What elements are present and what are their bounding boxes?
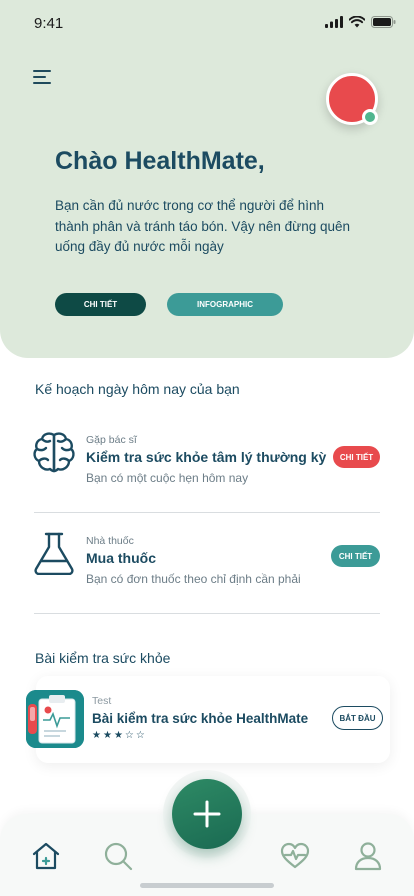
divider: [34, 512, 380, 513]
plan-title: Kiểm tra sức khỏe tâm lý thường kỳ: [86, 449, 327, 465]
signal-icon: [325, 16, 343, 28]
divider: [34, 613, 380, 614]
hero-message: Bạn cần đủ nước trong cơ thể người để hì…: [55, 198, 351, 254]
plan-subtitle: Bạn có đơn thuốc theo chỉ định cần phải: [86, 572, 301, 586]
heart-pulse-icon[interactable]: [280, 841, 310, 871]
flask-icon: [34, 532, 74, 575]
search-icon[interactable]: [103, 841, 133, 871]
greeting-title: Chào HealthMate,: [55, 147, 265, 175]
test-title: Bài kiểm tra sức khỏe HealthMate: [92, 711, 309, 726]
star-empty-icon: ☆: [124, 730, 134, 741]
plan-category: Gặp bác sĩ: [86, 434, 137, 446]
clipboard-test-image: [26, 690, 84, 748]
plan-subtitle: Bạn có một cuộc hẹn hôm nay: [86, 471, 249, 485]
add-icon: [193, 800, 221, 828]
battery-icon: [371, 16, 396, 28]
status-icons: [325, 16, 396, 28]
pharmacy-detail-button[interactable]: CHI TIẾT: [331, 545, 380, 567]
home-icon[interactable]: [31, 841, 61, 871]
rating-stars: ★ ★ ★ ☆ ☆: [92, 730, 145, 742]
tests-section-title: Bài kiểm tra sức khỏe: [35, 650, 171, 666]
profile-icon[interactable]: [353, 841, 383, 871]
online-status-dot: [362, 109, 378, 125]
plan-item-doctor[interactable]: Gặp bác sĩ Kiểm tra sức khỏe tâm lý thườ…: [32, 430, 382, 500]
home-indicator: [140, 883, 274, 888]
star-filled-icon: ★: [102, 730, 112, 741]
plan-section-title: Kế hoạch ngày hôm nay của bạn: [35, 381, 240, 397]
infographic-button[interactable]: INFOGRAPHIC: [167, 293, 283, 316]
hero-detail-button[interactable]: CHI TIẾT: [55, 293, 146, 316]
add-button[interactable]: [172, 779, 242, 849]
wifi-icon: [349, 16, 365, 28]
doctor-detail-button[interactable]: CHI TIẾT: [333, 446, 380, 468]
test-category: Test: [92, 695, 112, 707]
star-filled-icon: ★: [113, 730, 123, 741]
star-filled-icon: ★: [92, 730, 101, 741]
plan-item-pharmacy[interactable]: Nhà thuốc Mua thuốc Bạn có đơn thuốc the…: [32, 531, 382, 601]
start-test-button[interactable]: BẮT ĐẦU: [332, 706, 383, 730]
menu-icon[interactable]: [33, 70, 51, 84]
brain-icon: [33, 432, 75, 473]
plan-category: Nhà thuốc: [86, 535, 134, 547]
star-empty-icon: ☆: [135, 730, 145, 741]
status-time: 9:41: [34, 15, 64, 32]
plan-title: Mua thuốc: [86, 550, 156, 566]
